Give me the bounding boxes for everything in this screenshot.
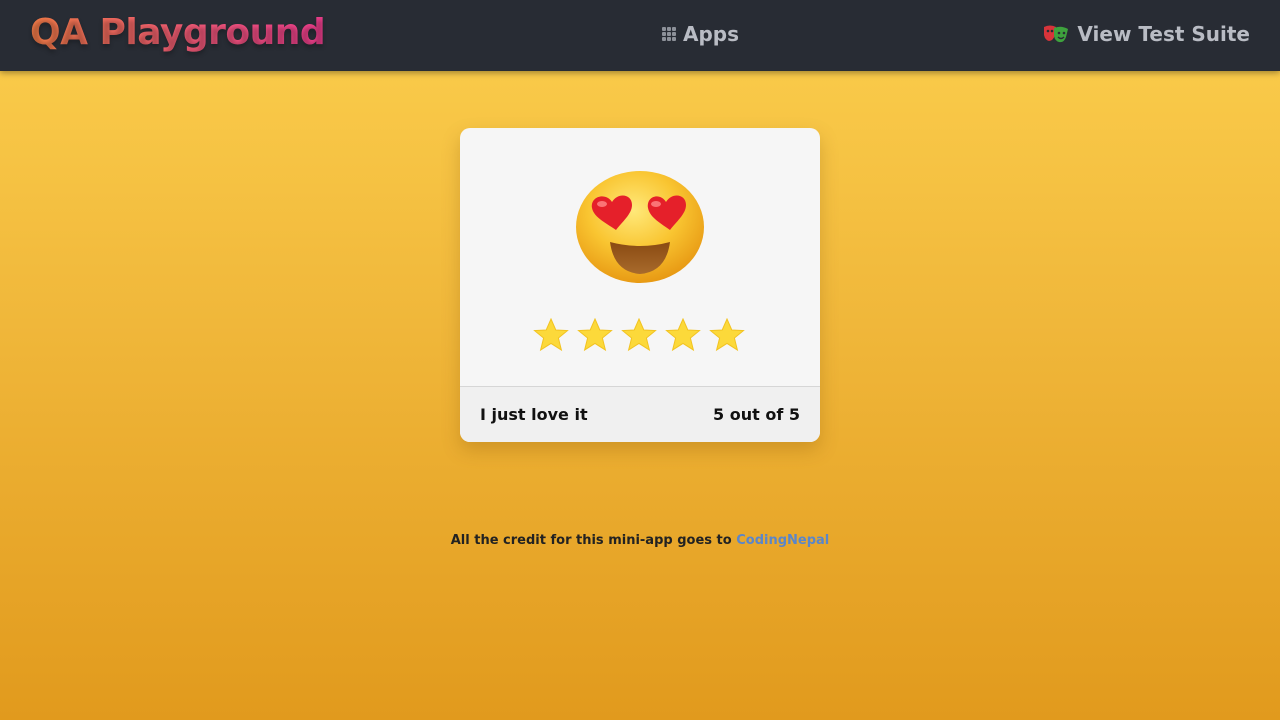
star-5-icon[interactable] [709, 318, 745, 352]
view-test-suite-label: View Test Suite [1077, 22, 1250, 46]
rating-footer: I just love it 5 out of 5 [460, 386, 820, 442]
star-1-icon[interactable] [533, 318, 569, 352]
credit-text: All the credit for this mini-app goes to [450, 533, 732, 548]
star-2-icon[interactable] [577, 318, 613, 352]
star-4-icon[interactable] [665, 318, 701, 352]
view-test-suite-link[interactable]: View Test Suite [1043, 22, 1250, 46]
apps-link[interactable]: Apps [662, 22, 739, 46]
heart-eyes-emoji [576, 171, 704, 283]
rating-card: I just love it 5 out of 5 [460, 128, 820, 442]
rating-count: 5 out of 5 [713, 405, 800, 424]
star-rating [533, 318, 745, 352]
brand-logo[interactable]: QA Playground [30, 12, 326, 53]
credit-line: All the credit for this mini-app goes to… [0, 533, 1280, 548]
apps-label: Apps [683, 22, 740, 46]
feedback-text: I just love it [480, 405, 588, 424]
star-3-icon[interactable] [621, 318, 657, 352]
navbar: QA Playground Apps View Test Suite [0, 0, 1280, 71]
grid-icon [662, 27, 676, 41]
coding-nepal-link[interactable]: CodingNepal [736, 533, 829, 548]
theater-masks-icon [1044, 25, 1069, 43]
